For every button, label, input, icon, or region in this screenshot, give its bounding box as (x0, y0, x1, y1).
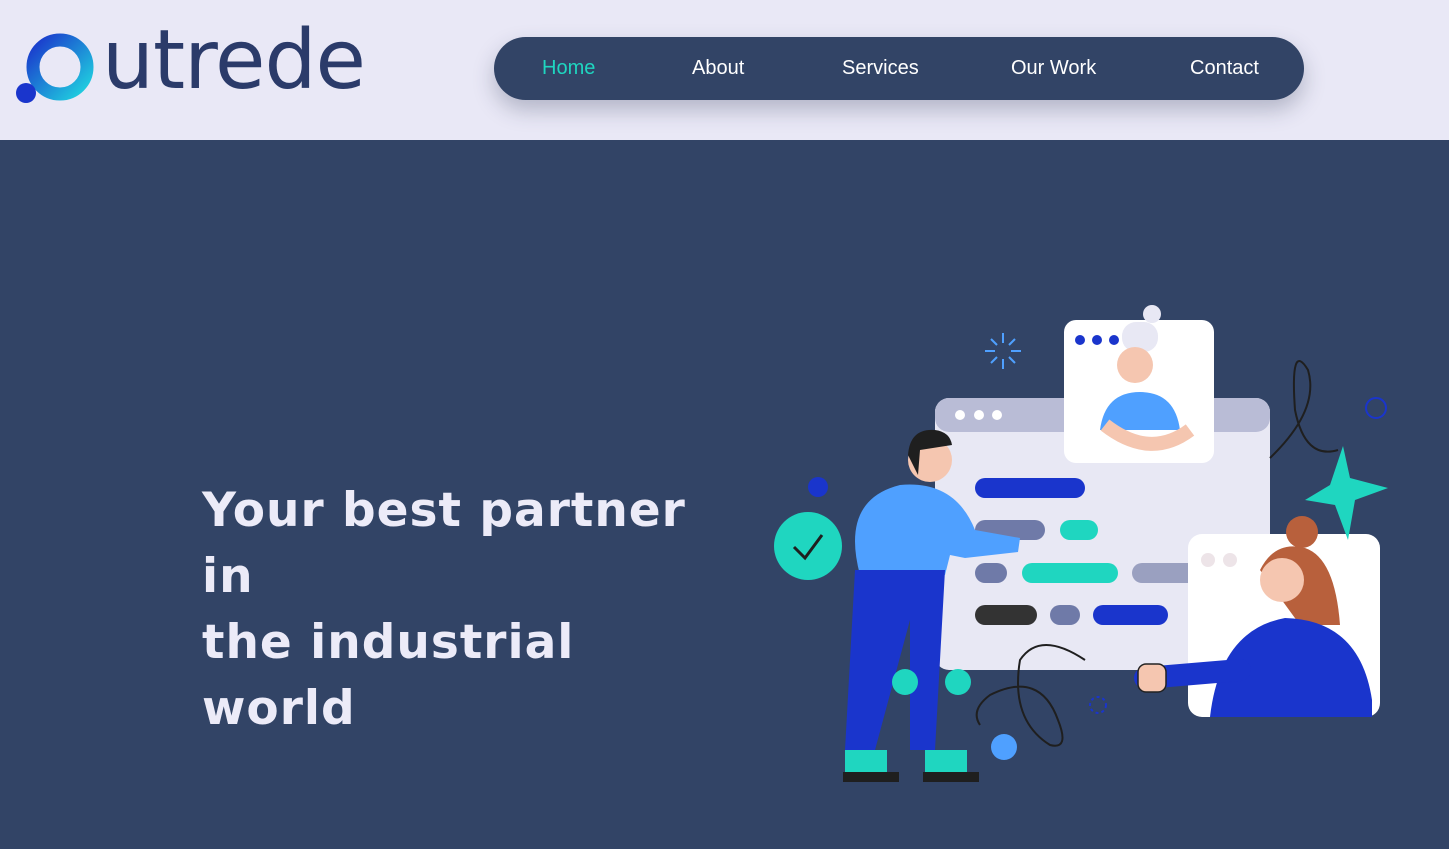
logo-mark-icon (16, 33, 94, 103)
hero-heading-line-1: Your best partner in (202, 483, 686, 604)
hero-heading: Your best partner in the industrial worl… (202, 478, 722, 742)
nav-about[interactable]: About (692, 37, 744, 100)
main-nav: Home About Services Our Work Contact (494, 37, 1304, 100)
nav-services[interactable]: Services (842, 37, 919, 100)
site-header: utrede Home About Services Our Work Cont… (0, 0, 1449, 140)
nav-home[interactable]: Home (542, 37, 595, 100)
nav-our-work[interactable]: Our Work (1011, 37, 1096, 100)
brand-logo[interactable]: utrede (14, 16, 366, 112)
brand-name: utrede (102, 13, 366, 108)
nav-contact[interactable]: Contact (1190, 37, 1259, 100)
collaboration-illustration (774, 305, 1388, 782)
hero-heading-line-2: the industrial world (202, 615, 575, 736)
